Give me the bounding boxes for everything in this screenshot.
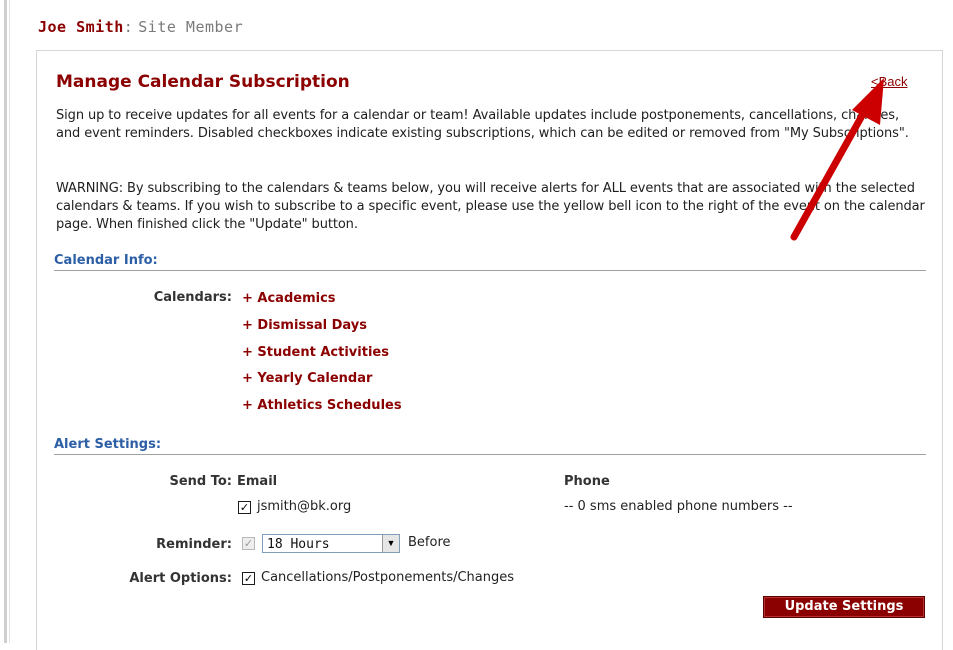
calendar-item-student-activities[interactable]: + Student Activities [242, 345, 389, 360]
email-column-header: Email [237, 474, 278, 489]
calendar-item-yearly-calendar[interactable]: + Yearly Calendar [242, 371, 372, 386]
alert-settings-heading: Alert Settings: [54, 437, 926, 455]
user-separator: : [123, 18, 134, 36]
calendar-item-dismissal-days[interactable]: + Dismissal Days [242, 318, 367, 333]
update-settings-button[interactable]: Update Settings [763, 596, 925, 618]
phone-column-header: Phone [564, 474, 610, 489]
user-name: Joe Smith [38, 18, 124, 36]
phone-status: -- 0 sms enabled phone numbers -- [564, 499, 793, 514]
check-icon: ✓ [239, 501, 250, 514]
alert-option-checkbox[interactable]: ✓ [242, 572, 255, 585]
reminder-checkbox: ✓ [242, 537, 255, 550]
alert-options-label: Alert Options: [129, 571, 232, 586]
calendar-info-heading: Calendar Info: [54, 253, 926, 271]
send-to-label: Send To: [169, 474, 232, 489]
email-checkbox[interactable]: ✓ [238, 501, 251, 514]
reminder-select[interactable]: 18 Hours ▼ [262, 534, 400, 553]
chevron-down-icon[interactable]: ▼ [382, 535, 399, 552]
reminder-suffix: Before [408, 535, 451, 550]
page-title: Manage Calendar Subscription [56, 72, 350, 92]
left-border [4, 0, 7, 643]
left-border-inner [9, 0, 10, 643]
reminder-select-value: 18 Hours [267, 537, 330, 552]
warning-text: WARNING: By subscribing to the calendars… [56, 181, 925, 232]
check-icon: ✓ [243, 572, 254, 585]
calendar-item-academics[interactable]: + Academics [242, 291, 336, 306]
alert-option-label: Cancellations/Postponements/Changes [261, 570, 515, 585]
check-icon: ✓ [243, 537, 254, 550]
reminder-label: Reminder: [156, 537, 232, 552]
email-address: jsmith@bk.org [257, 499, 352, 514]
user-role: Site Member [138, 18, 244, 36]
calendars-label: Calendars: [153, 290, 232, 305]
intro-text: Sign up to receive updates for all event… [56, 108, 909, 141]
calendar-item-athletics-schedules[interactable]: + Athletics Schedules [242, 398, 402, 413]
back-link[interactable]: <Back [871, 74, 908, 89]
user-header: Joe Smith: Site Member [38, 18, 243, 37]
